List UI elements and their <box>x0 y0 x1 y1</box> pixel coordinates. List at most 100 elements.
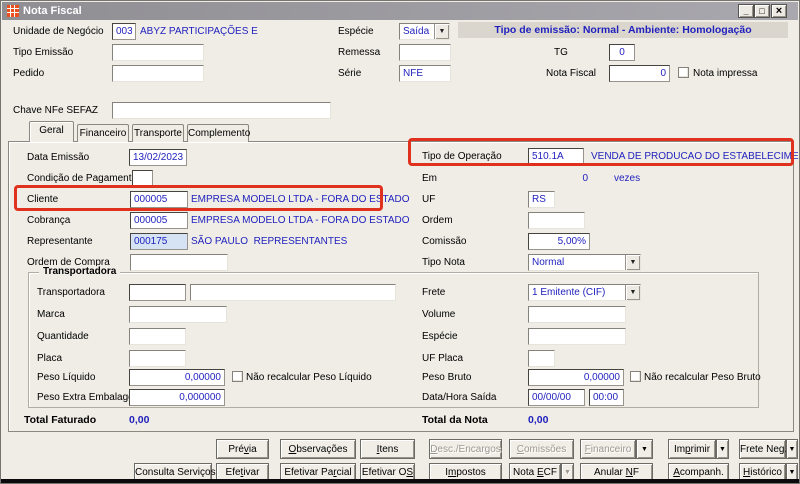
unidade-negocio-label: Unidade de Negócio <box>13 26 104 37</box>
minimize-button[interactable]: _ <box>738 4 754 18</box>
chevron-down-icon[interactable]: ▼ <box>625 285 640 300</box>
cobranca-field[interactable] <box>130 212 188 229</box>
condicao-pagamento-label: Condição de Pagamento <box>27 173 138 184</box>
titlebar[interactable]: Nota Fiscal _ □ × <box>2 2 798 20</box>
placa-field[interactable] <box>129 350 186 367</box>
pedido-label: Pedido <box>13 68 45 79</box>
tipo-emissao-field[interactable] <box>112 44 204 61</box>
peso-liquido-label: Peso Líquido <box>37 372 96 383</box>
unidade-negocio-field[interactable] <box>112 23 136 40</box>
cliente-name: EMPRESA MODELO LTDA - FORA DO ESTADO <box>191 194 410 205</box>
especie-label: Espécie <box>338 26 374 37</box>
nota-impressa-checkbox[interactable] <box>678 67 689 78</box>
peso-bruto-label: Peso Bruto <box>422 372 472 383</box>
chave-nfe-field[interactable] <box>112 102 331 119</box>
total-faturado-label: Total Faturado <box>24 414 97 426</box>
uf-label: UF <box>422 194 436 205</box>
data-hora-saida-label: Data/Hora Saída <box>422 392 497 403</box>
remessa-label: Remessa <box>338 47 381 58</box>
em-label: Em <box>422 173 437 184</box>
nao-recalcular-peso-liquido-label: Não recalcular Peso Líquido <box>246 372 372 383</box>
nota-fiscal-label: Nota Fiscal <box>546 68 597 79</box>
tipo-nota-value: Normal <box>532 257 565 268</box>
data-emissao-field[interactable] <box>129 149 187 166</box>
frete-dropdown[interactable]: 1 Emitente (CIF) ▼ <box>528 284 641 301</box>
previa-button[interactable]: Prévia <box>216 439 269 459</box>
frete-value: 1 Emitente (CIF) <box>532 287 606 298</box>
remessa-field[interactable] <box>399 44 451 61</box>
em-suffix: vezes <box>614 173 641 184</box>
desc-encargos-button: Desc./Encargos <box>429 439 502 459</box>
tab-complemento[interactable]: Complemento <box>187 124 250 142</box>
financeiro-dropdown-arrow[interactable]: ▼ <box>636 439 653 459</box>
chevron-down-icon[interactable]: ▼ <box>434 24 449 39</box>
observacoes-button[interactable]: Observações <box>280 439 356 459</box>
window-title: Nota Fiscal <box>23 5 82 17</box>
marca-field[interactable] <box>129 306 227 323</box>
tab-transporte[interactable]: Transporte <box>132 124 184 142</box>
uf-placa-field[interactable] <box>528 350 555 367</box>
close-button[interactable]: × <box>771 4 787 18</box>
peso-liquido-field[interactable] <box>129 369 225 386</box>
tab-financeiro[interactable]: Financeiro <box>77 124 129 142</box>
peso-extra-field[interactable] <box>129 389 225 406</box>
nota-fiscal-field[interactable] <box>609 65 670 82</box>
especie-dropdown[interactable]: Saída ▼ <box>399 23 450 40</box>
nota-impressa-label: Nota impressa <box>693 68 758 79</box>
serie-field[interactable] <box>399 65 451 82</box>
transportadora-legend: Transportadora <box>39 266 121 277</box>
especie-transp-field[interactable] <box>528 328 626 345</box>
uf-field[interactable] <box>528 191 555 208</box>
tipo-operacao-label: Tipo de Operação <box>422 151 502 162</box>
representante-field[interactable] <box>130 233 188 250</box>
ordem-label: Ordem <box>422 215 453 226</box>
quantidade-field[interactable] <box>129 328 186 345</box>
ordem-field[interactable] <box>528 212 585 229</box>
comissoes-button: Comissões <box>509 439 574 459</box>
window-bottom-edge <box>1 479 799 483</box>
cliente-field[interactable] <box>130 191 188 208</box>
volume-label: Volume <box>422 309 456 320</box>
transportadora-name-field[interactable] <box>190 284 396 301</box>
transportadora-code-field[interactable] <box>129 284 186 301</box>
ordem-compra-field[interactable] <box>130 254 228 271</box>
total-faturado-value: 0,00 <box>129 414 150 426</box>
nao-recalcular-peso-liquido-checkbox[interactable] <box>232 371 243 382</box>
itens-button[interactable]: Itens <box>360 439 415 459</box>
data-saida-field[interactable] <box>528 389 585 406</box>
tipo-operacao-field[interactable] <box>528 148 584 165</box>
comissao-label: Comissão <box>422 236 467 247</box>
representante-label: Representante <box>27 236 93 247</box>
tipo-nota-label: Tipo Nota <box>422 257 465 268</box>
placa-label: Placa <box>37 353 63 364</box>
frete-neg-dropdown-arrow[interactable]: ▼ <box>786 439 798 459</box>
tg-field[interactable] <box>609 44 635 61</box>
unidade-negocio-name: ABYZ PARTICIPAÇÕES E <box>140 26 258 37</box>
comissao-field[interactable] <box>528 233 590 250</box>
tipo-operacao-name: VENDA DE PRODUCAO DO ESTABELECIMENTO <box>591 151 800 162</box>
total-nota-value: 0,00 <box>528 414 549 426</box>
cobranca-label: Cobrança <box>27 215 71 226</box>
tab-geral[interactable]: Geral <box>29 121 74 142</box>
hora-saida-field[interactable] <box>589 389 624 406</box>
transportadora-label: Transportadora <box>37 287 105 298</box>
chevron-down-icon[interactable]: ▼ <box>625 255 640 270</box>
marca-label: Marca <box>37 309 65 320</box>
nao-recalcular-peso-bruto-checkbox[interactable] <box>630 371 641 382</box>
maximize-button[interactable]: □ <box>754 4 770 18</box>
serie-label: Série <box>338 68 362 79</box>
frete-neg-button[interactable]: Frete Neg. <box>739 439 787 459</box>
uf-placa-label: UF Placa <box>422 353 464 364</box>
frete-label: Frete <box>422 287 446 298</box>
imprimir-dropdown-arrow[interactable]: ▼ <box>716 439 729 459</box>
tipo-emissao-label: Tipo Emissão <box>13 47 74 58</box>
tipo-nota-dropdown[interactable]: Normal ▼ <box>528 254 641 271</box>
peso-bruto-field[interactable] <box>528 369 624 386</box>
quantidade-label: Quantidade <box>37 331 89 342</box>
pedido-field[interactable] <box>112 65 204 82</box>
imprimir-button[interactable]: Imprimir <box>668 439 716 459</box>
nao-recalcular-peso-bruto-label: Não recalcular Peso Bruto <box>644 372 761 383</box>
volume-field[interactable] <box>528 306 626 323</box>
condicao-pagamento-field[interactable] <box>132 170 153 187</box>
representante-name: SÃO PAULO REPRESENTANTES <box>191 236 348 247</box>
